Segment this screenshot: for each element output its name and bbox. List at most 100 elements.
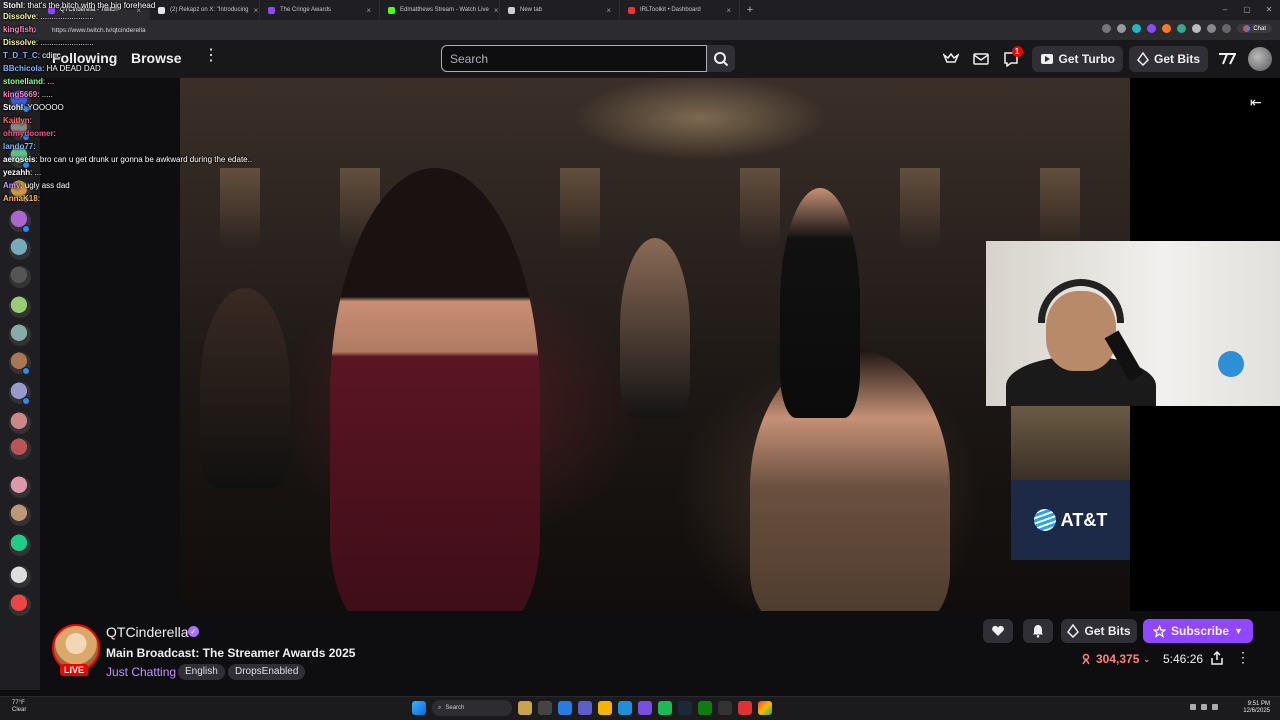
extension-icon[interactable] bbox=[1192, 24, 1202, 33]
7tv-icon[interactable] bbox=[1212, 44, 1242, 74]
chat-username[interactable]: aeroseis bbox=[3, 155, 35, 164]
rail-channel-avatar[interactable] bbox=[9, 534, 31, 556]
chat-username[interactable]: yezahh bbox=[3, 168, 30, 177]
profile-icon[interactable] bbox=[1207, 24, 1217, 33]
extension-icon[interactable] bbox=[1162, 24, 1172, 33]
chat-username[interactable]: lando77 bbox=[3, 142, 33, 151]
tag-dropsenabled[interactable]: DropsEnabled bbox=[228, 664, 306, 680]
notifications-bell-button[interactable] bbox=[1023, 619, 1053, 643]
chat-username[interactable]: AnnaK18 bbox=[3, 194, 38, 203]
search-input[interactable] bbox=[450, 51, 690, 66]
task-view-icon[interactable] bbox=[538, 701, 552, 715]
close-tab-icon[interactable]: × bbox=[366, 6, 371, 15]
close-window-icon[interactable]: ✕ bbox=[1258, 0, 1280, 20]
close-tab-icon[interactable]: × bbox=[606, 6, 611, 15]
app-icon[interactable] bbox=[638, 701, 652, 715]
browser-tab[interactable]: New tab × bbox=[500, 0, 620, 20]
browser-tab[interactable]: IRLToolkit • Dashboard × bbox=[620, 0, 740, 20]
clock-date: 12/6/2025 bbox=[1243, 708, 1270, 714]
stream-title: Main Broadcast: The Streamer Awards 2025 bbox=[106, 646, 356, 660]
extension-icon[interactable] bbox=[1147, 24, 1157, 33]
chat-text: ... bbox=[47, 77, 55, 86]
chat-username[interactable]: stonelland bbox=[3, 77, 43, 86]
category-link[interactable]: Just Chatting bbox=[106, 665, 176, 679]
prime-crown-icon[interactable] bbox=[936, 44, 966, 74]
new-tab-button[interactable]: + bbox=[740, 4, 760, 16]
chat-username[interactable]: Dissolve bbox=[3, 12, 36, 21]
close-tab-icon[interactable]: × bbox=[726, 6, 731, 15]
rail-channel-avatar[interactable] bbox=[9, 412, 31, 434]
chrome-icon[interactable] bbox=[758, 701, 772, 715]
browser-tab[interactable]: Edmatthews Stream - Watch Live × bbox=[380, 0, 500, 20]
volume-icon[interactable] bbox=[1212, 704, 1218, 710]
menu-icon[interactable] bbox=[1222, 24, 1232, 33]
chevron-down-icon[interactable]: ⌄ bbox=[1143, 655, 1150, 664]
rail-channel-avatar[interactable] bbox=[9, 476, 31, 498]
chat-username[interactable]: Amy bbox=[3, 181, 20, 190]
channel-name[interactable]: QTCinderella bbox=[106, 624, 188, 640]
subscribe-button[interactable]: Subscribe ▼ bbox=[1143, 619, 1253, 643]
edge-icon[interactable] bbox=[618, 701, 632, 715]
minimize-icon[interactable]: – bbox=[1214, 0, 1236, 20]
rail-channel-avatar[interactable] bbox=[9, 504, 31, 526]
app-icon[interactable] bbox=[738, 701, 752, 715]
chat-username[interactable]: ohmydoomer bbox=[3, 129, 54, 138]
rail-channel-avatar[interactable] bbox=[9, 594, 31, 616]
collapse-chat-icon[interactable]: ⇤ bbox=[1250, 94, 1262, 111]
app-icon[interactable] bbox=[718, 701, 732, 715]
tag-english[interactable]: English bbox=[178, 664, 225, 680]
zoom-icon[interactable] bbox=[1102, 24, 1112, 33]
file-explorer-icon[interactable] bbox=[598, 701, 612, 715]
more-options-icon[interactable]: ⋮ bbox=[1236, 649, 1250, 666]
chat-username[interactable]: Stohl bbox=[3, 103, 23, 112]
chat-username[interactable]: king5669 bbox=[3, 90, 37, 99]
share-button[interactable] bbox=[1210, 650, 1224, 670]
get-bits-button[interactable]: Get Bits bbox=[1128, 46, 1208, 72]
app-icon[interactable] bbox=[558, 701, 572, 715]
extension-icon[interactable] bbox=[1132, 24, 1142, 33]
chat-username[interactable]: Stohl bbox=[3, 1, 23, 10]
chat-username[interactable]: BBchicola bbox=[3, 64, 42, 73]
follow-heart-button[interactable] bbox=[983, 619, 1013, 643]
browser-extensions: Chat bbox=[1102, 24, 1272, 33]
video-content bbox=[560, 168, 600, 248]
window-controls: – ▢ ✕ bbox=[1214, 0, 1280, 20]
bookmark-star-icon[interactable] bbox=[1117, 24, 1127, 33]
xbox-icon[interactable] bbox=[698, 701, 712, 715]
extension-icon[interactable] bbox=[1177, 24, 1187, 33]
close-tab-icon[interactable]: × bbox=[494, 6, 499, 15]
chat-username[interactable]: Kaitlyn bbox=[3, 116, 30, 125]
rail-channel-avatar[interactable] bbox=[9, 438, 31, 460]
rail-channel-avatar[interactable] bbox=[9, 238, 31, 260]
taskbar-clock[interactable]: 9:51 PM 12/6/2025 bbox=[1243, 701, 1270, 715]
maximize-icon[interactable]: ▢ bbox=[1236, 0, 1258, 20]
spotify-icon[interactable] bbox=[658, 701, 672, 715]
user-avatar[interactable] bbox=[1248, 47, 1272, 71]
rail-channel-avatar[interactable] bbox=[9, 324, 31, 346]
rail-channel-avatar[interactable] bbox=[9, 266, 31, 288]
tab-label: New tab bbox=[520, 7, 543, 13]
weather-widget[interactable]: 77°F Clear bbox=[12, 700, 26, 714]
tray-icon[interactable] bbox=[1190, 704, 1196, 710]
rail-channel-avatar[interactable] bbox=[9, 296, 31, 318]
taskbar-search[interactable]: ⌕ Search bbox=[432, 700, 512, 716]
search-button[interactable] bbox=[707, 45, 735, 72]
notifications-icon[interactable]: 1 bbox=[996, 44, 1026, 74]
teams-icon[interactable] bbox=[578, 701, 592, 715]
chat-separator: : bbox=[33, 25, 36, 34]
get-bits-channel-button[interactable]: Get Bits bbox=[1061, 619, 1137, 643]
steam-icon[interactable] bbox=[678, 701, 692, 715]
chat-username[interactable]: T_D_T_C bbox=[3, 51, 38, 60]
get-turbo-button[interactable]: Get Turbo bbox=[1031, 46, 1123, 72]
chat-username[interactable]: kingfish bbox=[3, 25, 34, 34]
widgets-icon[interactable] bbox=[518, 701, 532, 715]
rail-channel-avatar[interactable] bbox=[9, 566, 31, 588]
chat-username[interactable]: Dissolve bbox=[3, 38, 36, 47]
verified-icon: ✓ bbox=[188, 626, 199, 637]
chat-extension-button[interactable]: Chat bbox=[1237, 24, 1272, 33]
inbox-icon[interactable] bbox=[966, 44, 996, 74]
turbo-icon bbox=[1040, 54, 1053, 64]
tab-label: Edmatthews Stream - Watch Live bbox=[400, 7, 489, 13]
start-icon[interactable] bbox=[412, 701, 426, 715]
wifi-icon[interactable] bbox=[1201, 704, 1207, 710]
